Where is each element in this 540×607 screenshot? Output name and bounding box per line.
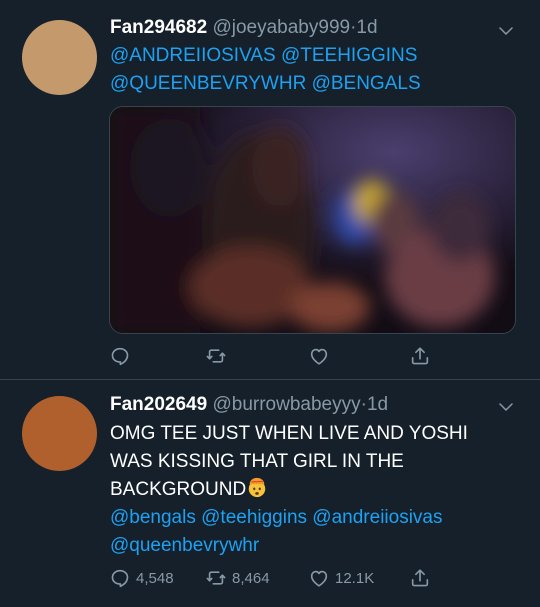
retweet-button[interactable] — [205, 343, 232, 369]
avatar[interactable] — [22, 20, 97, 95]
share-icon — [411, 569, 429, 587]
like-icon — [310, 348, 328, 365]
timestamp[interactable]: 1d — [356, 17, 377, 38]
like-count: 12.1K — [335, 569, 375, 587]
retweet-count: 8,464 — [232, 569, 270, 587]
like-button[interactable]: 12.1K — [308, 565, 374, 591]
tweet-header: Fan294682 @joeyababy999·1d — [110, 16, 378, 40]
reply-icon — [111, 569, 129, 588]
chevron-down-icon[interactable] — [497, 22, 515, 40]
retweet-icon — [206, 349, 226, 363]
display-name[interactable]: Fan294682 — [110, 17, 207, 38]
chevron-down-icon[interactable] — [497, 398, 515, 416]
timestamp[interactable]: 1d — [367, 394, 388, 415]
exploding-head-emoji — [248, 477, 266, 498]
like-icon — [310, 570, 328, 587]
handle[interactable]: @joeyababy999 — [212, 17, 350, 38]
mention-line[interactable]: @queenbevrywhr — [110, 532, 520, 560]
retweet-button[interactable]: 8,464 — [205, 565, 270, 591]
handle[interactable]: @burrowbabeyyy — [212, 394, 360, 415]
like-button[interactable] — [308, 343, 335, 369]
tweet-header: Fan202649 @burrowbabeyyy·1d — [110, 393, 388, 417]
reply-button[interactable]: 4,548 — [109, 565, 174, 591]
share-button[interactable] — [409, 343, 431, 369]
tweet-text: BACKGROUND — [110, 479, 247, 500]
reply-count: 4,548 — [136, 569, 174, 587]
share-icon — [411, 347, 429, 365]
tweet-actions — [109, 343, 519, 369]
tweet[interactable]: Fan294682 @joeyababy999·1d @ANDREIIOSIVA… — [0, 0, 540, 380]
retweet-icon — [206, 571, 226, 585]
tweet-text-line-with-emoji: BACKGROUND — [110, 476, 520, 504]
display-name[interactable]: Fan202649 — [110, 394, 207, 415]
avatar[interactable] — [22, 396, 97, 471]
tweet-text-line: OMG TEE JUST WHEN LIVE AND YOSHI — [110, 423, 468, 444]
tweet-text-line: WAS KISSING THAT GIRL IN THE — [110, 451, 404, 472]
tweet-actions: 4,548 8,464 12.1K — [109, 565, 519, 591]
media-video-thumbnail[interactable] — [109, 106, 516, 334]
blurred-photo — [110, 107, 515, 333]
reply-button[interactable] — [109, 343, 136, 369]
mention-line[interactable]: @bengals @teehiggins @andreiiosivas — [110, 504, 520, 532]
mention-line[interactable]: @QUEENBEVRYWHR @BENGALS — [110, 70, 520, 98]
mention-line[interactable]: @ANDREIIOSIVAS @TEEHIGGINS — [110, 42, 520, 70]
tweet[interactable]: Fan202649 @burrowbabeyyy·1d OMG TEE JUST… — [0, 380, 540, 607]
reply-icon — [111, 347, 129, 366]
share-button[interactable] — [409, 565, 431, 591]
